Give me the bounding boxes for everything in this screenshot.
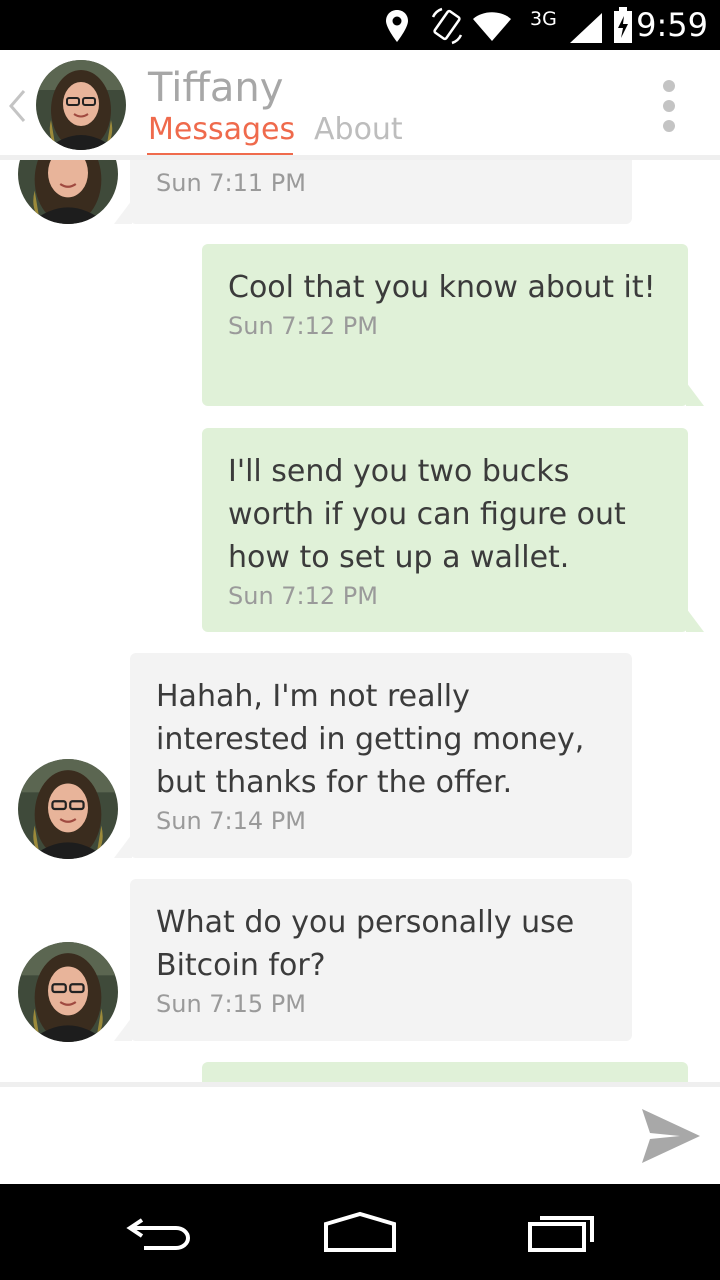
sender-avatar [18, 160, 118, 224]
message-text: What do you personally use Bitcoin for? [156, 905, 575, 983]
bubble-tail [686, 608, 704, 632]
wifi-icon [473, 12, 511, 41]
message-timestamp: Sun 7:11 PM [156, 169, 306, 197]
message-bubble-incoming[interactable]: Sun 7:11 PM [130, 160, 632, 224]
message-bubble-incoming[interactable]: What do you personally use Bitcoin for? … [130, 879, 632, 1041]
message-bubble-outgoing[interactable]: Cool that you know about it! Sun 7:12 PM [202, 244, 688, 406]
sender-avatar [18, 942, 118, 1042]
message-timestamp: Sun 7:12 PM [228, 312, 378, 340]
location-icon [386, 10, 408, 42]
tab-messages[interactable]: Messages [148, 112, 295, 148]
message-input[interactable] [20, 1097, 624, 1175]
chevron-left-icon[interactable] [6, 88, 28, 124]
message-text: I'll send you two bucks worth if you can… [228, 454, 626, 575]
network-type-label: 3G [530, 8, 557, 30]
message-text: Hahah, I'm not really interested in gett… [156, 679, 585, 800]
bubble-tail [686, 382, 704, 406]
message-timestamp: Sun 7:15 PM [156, 990, 306, 1018]
message-timestamp: Sun 7:12 PM [228, 582, 378, 610]
tab-about[interactable]: About [314, 112, 403, 148]
message-timestamp: Sun 7:14 PM [156, 807, 306, 835]
home-nav-icon[interactable] [322, 1206, 398, 1258]
message-bubble-outgoing[interactable] [202, 1062, 688, 1082]
back-nav-icon[interactable] [124, 1206, 196, 1258]
message-text: Cool that you know about it! [228, 270, 656, 305]
sender-avatar [18, 759, 118, 859]
message-bubble-outgoing[interactable]: I'll send you two bucks worth if you can… [202, 428, 688, 632]
status-bar: 3G 9:59 [0, 0, 720, 50]
contact-avatar[interactable] [36, 60, 126, 150]
system-navigation-bar [0, 1184, 720, 1280]
compose-bar [0, 1087, 720, 1184]
recents-nav-icon[interactable] [526, 1206, 598, 1258]
message-list[interactable]: Sun 7:11 PM Cool that you know about it!… [0, 160, 720, 1082]
status-clock: 9:59 [636, 6, 708, 44]
message-bubble-incoming[interactable]: Hahah, I'm not really interested in gett… [130, 653, 632, 858]
overflow-menu-icon[interactable] [656, 78, 682, 134]
rotate-icon [431, 7, 463, 45]
signal-icon [570, 13, 602, 43]
app-screen: 3G 9:59 Tiffany Messages About Sun 7:11 … [0, 0, 720, 1280]
contact-name: Tiffany [148, 65, 284, 111]
battery-icon [614, 7, 632, 43]
send-icon[interactable] [640, 1107, 702, 1165]
